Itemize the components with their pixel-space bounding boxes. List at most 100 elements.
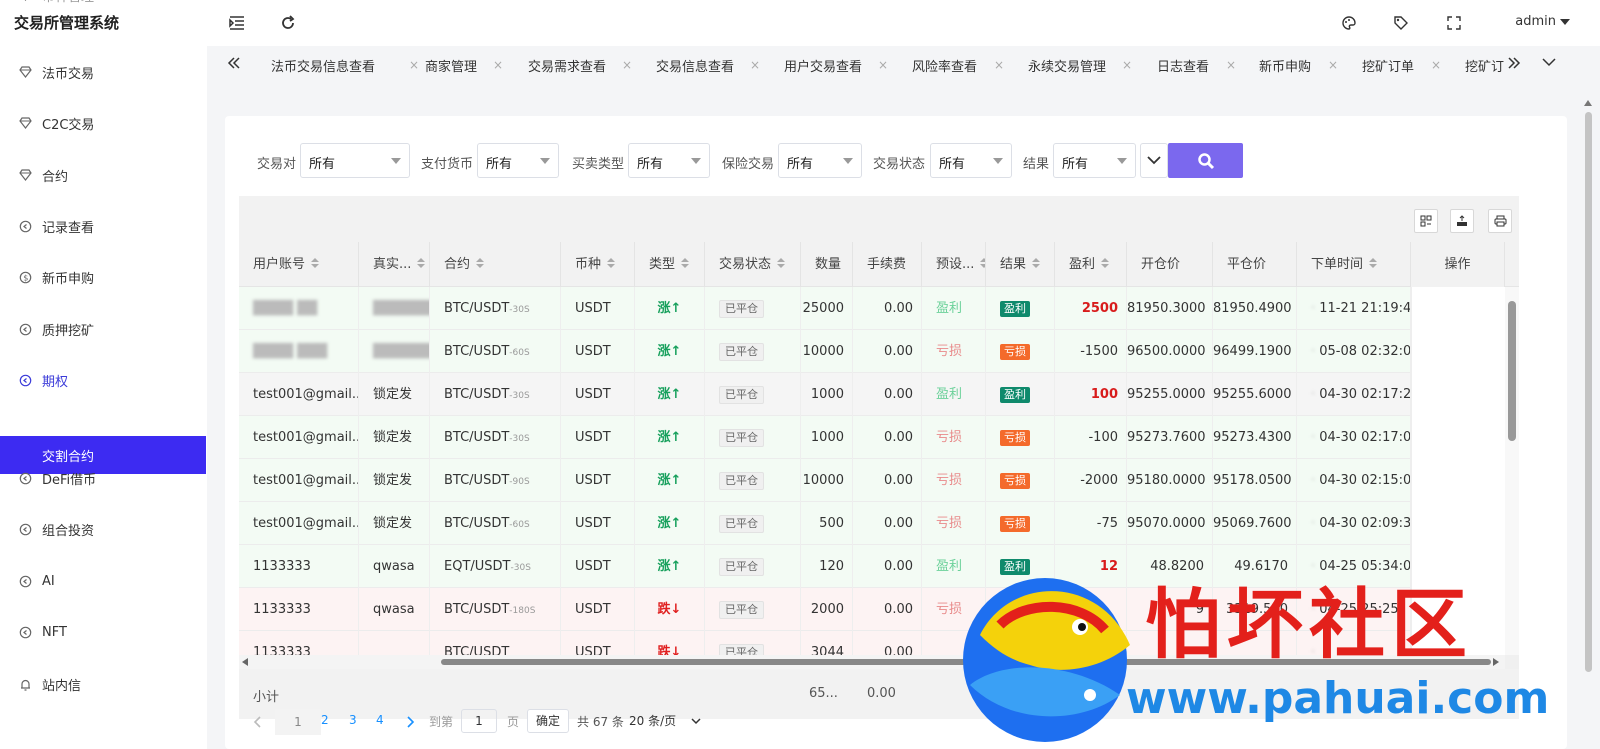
- cell-qty: 10000: [801, 330, 853, 373]
- sidebar-item-1[interactable]: 法币交易: [0, 47, 207, 97]
- table-vertical-scrollbar[interactable]: [1505, 287, 1519, 655]
- column-header[interactable]: 盈利: [1055, 242, 1127, 287]
- tab-close-icon[interactable]: ×: [878, 58, 888, 72]
- expand-filters-button[interactable]: [1140, 143, 1168, 178]
- columns-filter-icon[interactable]: [1414, 209, 1438, 233]
- sidebar-item-0[interactable]: 币种管理: [0, 0, 207, 20]
- table-row[interactable]: test001@gmail... 锁定发 BTC/USDT-90S USDT 涨↑ 已平仓…: [239, 459, 1519, 502]
- tab-0[interactable]: 法币交易信息查看: [271, 56, 375, 75]
- tab-5[interactable]: 风险率查看: [912, 56, 977, 75]
- tabs-menu-chevron-icon[interactable]: [1542, 56, 1556, 71]
- fullscreen-icon[interactable]: [1444, 13, 1464, 33]
- filter-select[interactable]: 所有: [930, 143, 1012, 178]
- refresh-icon[interactable]: [278, 13, 298, 33]
- prev-page-icon[interactable]: [253, 716, 261, 728]
- palette-icon[interactable]: [1339, 13, 1359, 33]
- column-header[interactable]: 真实...: [359, 242, 430, 287]
- sort-icon[interactable]: [311, 242, 320, 287]
- filter-select[interactable]: 所有: [477, 143, 559, 178]
- table-row[interactable]: test001@gmail... 锁定发 BTC/USDT-30S USDT 涨↑ 已平仓…: [239, 373, 1519, 416]
- tag-icon[interactable]: [1391, 13, 1411, 33]
- table-row[interactable]: ████ ███ ██████ BTC/USDT-60S USDT 涨↑ 已平仓 10000…: [239, 330, 1519, 373]
- tab-6[interactable]: 永续交易管理: [1028, 56, 1106, 75]
- sort-icon[interactable]: [1101, 242, 1110, 287]
- filter-select[interactable]: 所有: [778, 143, 862, 178]
- tab-close-icon[interactable]: ×: [1328, 58, 1338, 72]
- caret-down-icon[interactable]: [1560, 19, 1570, 25]
- column-header[interactable]: 预设...: [922, 242, 986, 287]
- tab-close-icon[interactable]: ×: [750, 58, 760, 72]
- sort-icon[interactable]: [681, 242, 690, 287]
- sidebar-item-12[interactable]: NFT: [0, 607, 207, 657]
- sidebar-item-5[interactable]: $ 新币申购: [0, 252, 207, 302]
- page-2[interactable]: 2: [321, 713, 329, 727]
- user-menu[interactable]: admin: [1515, 14, 1556, 29]
- column-header[interactable]: 下单时间: [1297, 242, 1411, 287]
- tab-close-icon[interactable]: ×: [409, 58, 419, 72]
- table-row[interactable]: 1133333 qwasa BTC/USDT-180S USDT 跌↓ 已平仓 2000 0.…: [239, 588, 1519, 631]
- tab-8[interactable]: 新币申购: [1259, 56, 1311, 75]
- tab-3[interactable]: 交易信息查看: [656, 56, 734, 75]
- column-header[interactable]: 币种: [561, 242, 635, 287]
- sidebar-item-3[interactable]: 合约: [0, 150, 207, 200]
- filter-select[interactable]: 所有: [628, 143, 710, 178]
- sidebar-item-6[interactable]: 质押挖矿: [0, 304, 207, 354]
- page-3[interactable]: 3: [349, 713, 357, 727]
- circle-arrow-icon: [18, 522, 32, 536]
- column-header[interactable]: 结果: [986, 242, 1055, 287]
- page-scrollbar[interactable]: [1583, 100, 1594, 672]
- tabs-scroll-left-icon[interactable]: [227, 56, 241, 74]
- tab-7[interactable]: 日志查看: [1157, 56, 1209, 75]
- table-row[interactable]: ████ ██ ██████ BTC/USDT-30S USDT 涨↑ 已平仓 25000 0…: [239, 287, 1519, 330]
- column-header[interactable]: 交易状态: [705, 242, 801, 287]
- filter-select[interactable]: 所有: [1053, 143, 1136, 178]
- tab-2[interactable]: 交易需求查看: [528, 56, 606, 75]
- page-size-select[interactable]: 20 条/页: [625, 709, 705, 733]
- tab-10[interactable]: 挖矿订: [1465, 56, 1504, 75]
- sidebar-item-10[interactable]: 组合投资: [0, 504, 207, 554]
- page-4[interactable]: 4: [376, 713, 384, 727]
- sidebar-item-7[interactable]: 期权: [0, 355, 207, 405]
- confirm-page-button[interactable]: 确定: [527, 709, 569, 733]
- cell-type: 涨↑: [635, 459, 705, 502]
- tabs-scroll-right-icon[interactable]: [1507, 56, 1521, 74]
- sort-icon[interactable]: [777, 242, 786, 287]
- tab-4[interactable]: 用户交易查看: [784, 56, 862, 75]
- tab-close-icon[interactable]: ×: [994, 58, 1004, 72]
- sidebar-item-13[interactable]: 站内信: [0, 659, 207, 709]
- tab-9[interactable]: 挖矿订单: [1362, 56, 1414, 75]
- next-page-icon[interactable]: [407, 716, 415, 728]
- column-header[interactable]: 合约: [430, 242, 561, 287]
- cell-time: · 04-30 02:15:0: [1297, 459, 1411, 502]
- sort-icon[interactable]: [417, 242, 426, 287]
- page-1[interactable]: 1: [275, 709, 321, 735]
- sort-icon[interactable]: [607, 242, 616, 287]
- tab-close-icon[interactable]: ×: [493, 58, 503, 72]
- cell-coin: USDT: [561, 631, 635, 655]
- sidebar-item-11[interactable]: AI: [0, 556, 207, 606]
- table-row[interactable]: 1133333 BTC/USDT USDT 跌↓ 已平仓 3044 0.00 ·: [239, 631, 1519, 655]
- table-row[interactable]: test001@gmail... 锁定发 BTC/USDT-30S USDT 涨↑ 已平仓…: [239, 416, 1519, 459]
- export-icon[interactable]: [1450, 209, 1474, 233]
- column-header[interactable]: 类型: [635, 242, 705, 287]
- sidebar-item-2[interactable]: C2C交易: [0, 98, 207, 148]
- sort-icon[interactable]: [1032, 242, 1041, 287]
- table-row[interactable]: 1133333 qwasa EQT/USDT-30S USDT 涨↑ 已平仓 120 0.00…: [239, 545, 1519, 588]
- sidebar-item-4[interactable]: 记录查看: [0, 201, 207, 251]
- sort-icon[interactable]: [476, 242, 485, 287]
- sort-icon[interactable]: [1369, 242, 1378, 287]
- search-button[interactable]: [1168, 143, 1243, 178]
- print-icon[interactable]: [1488, 209, 1512, 233]
- tab-close-icon[interactable]: ×: [1431, 58, 1441, 72]
- table-horizontal-scrollbar[interactable]: [239, 655, 1505, 669]
- column-header[interactable]: 用户账号: [239, 242, 359, 287]
- filter-select[interactable]: 所有: [300, 143, 410, 178]
- page-input[interactable]: 1: [461, 709, 497, 733]
- collapse-menu-icon[interactable]: [227, 13, 247, 33]
- sidebar-item-9[interactable]: DeFi借币: [0, 453, 207, 503]
- tab-1[interactable]: 商家管理: [425, 56, 477, 75]
- tab-close-icon[interactable]: ×: [1122, 58, 1132, 72]
- table-row[interactable]: test001@gmail... 锁定发 BTC/USDT-60S USDT 涨↑ 已平仓…: [239, 502, 1519, 545]
- tab-close-icon[interactable]: ×: [1226, 58, 1236, 72]
- tab-close-icon[interactable]: ×: [622, 58, 632, 72]
